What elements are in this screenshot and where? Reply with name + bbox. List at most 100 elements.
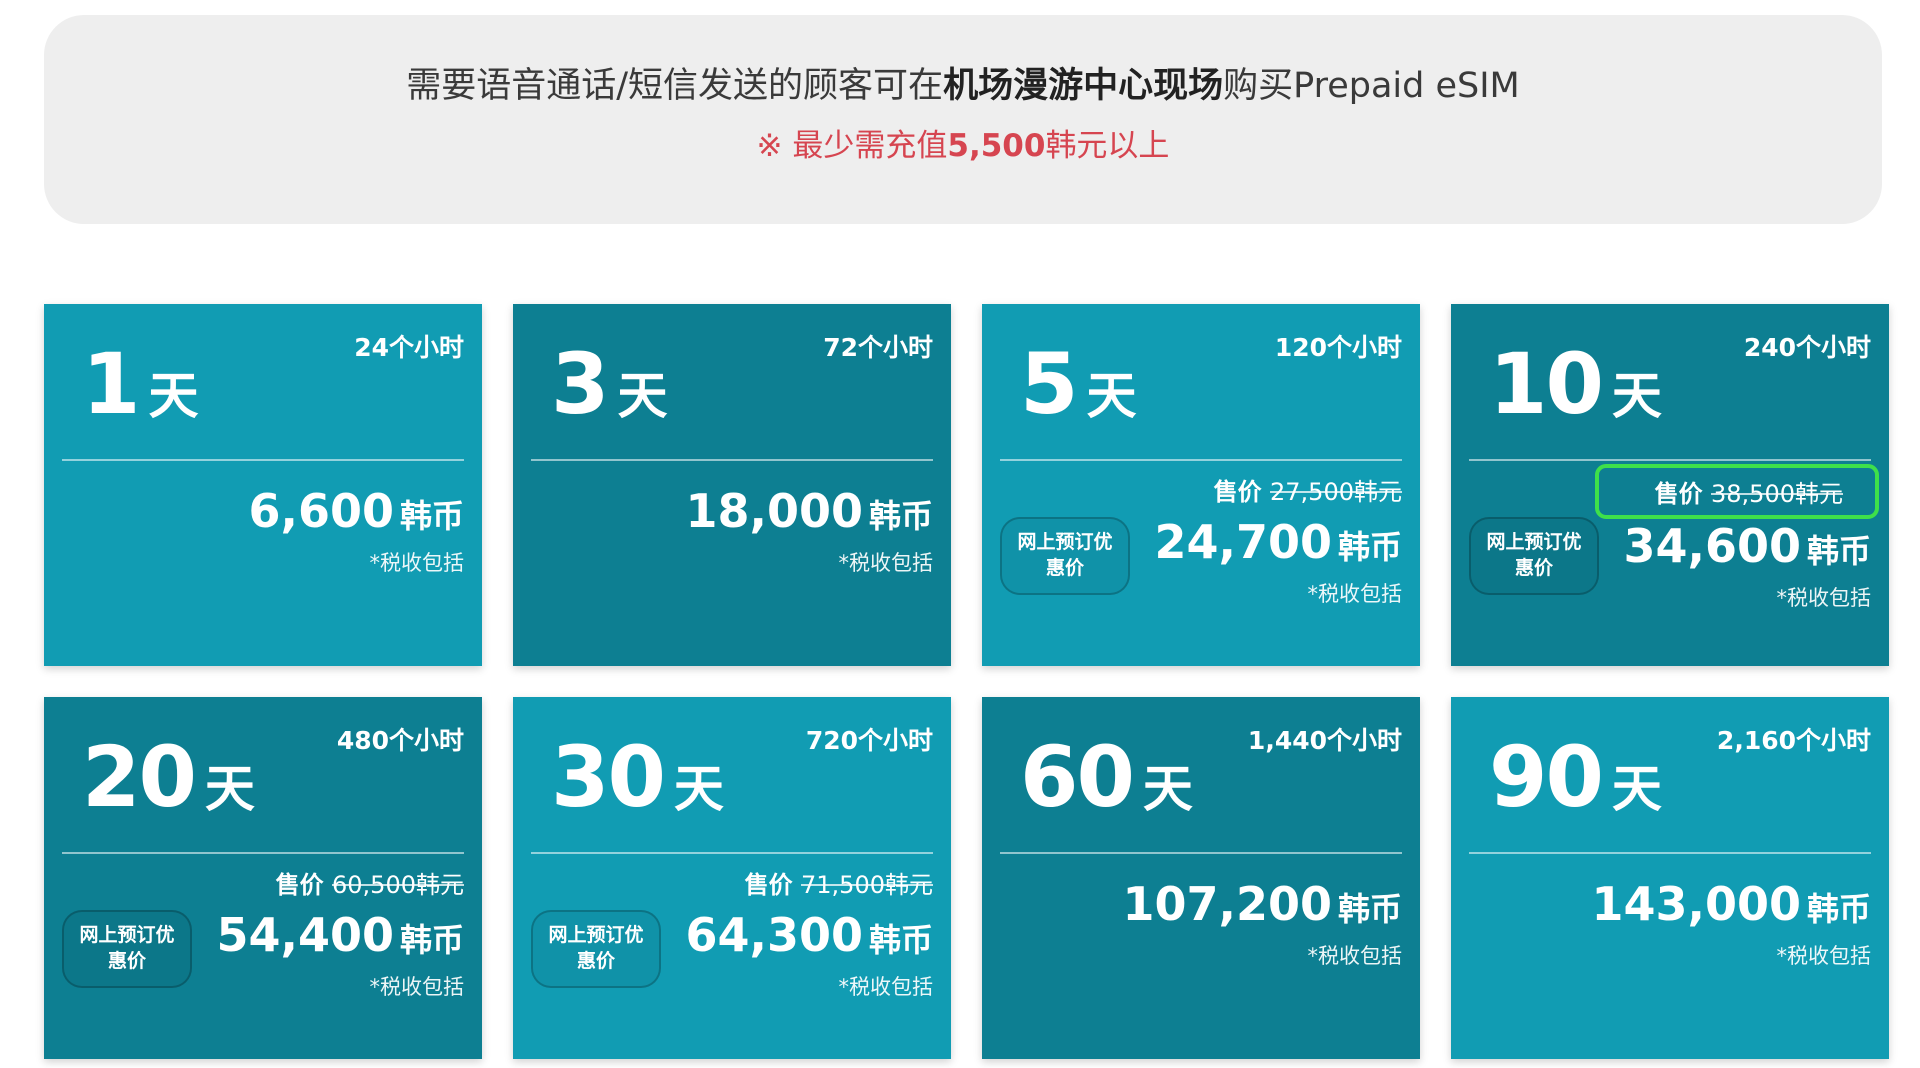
- plan-hours: 120个小时: [1274, 333, 1402, 362]
- plan-price-block: 售价 71,500韩元 64,300 韩币 *税收包括: [685, 865, 933, 1001]
- plan-price: 107,200 韩币: [1122, 879, 1402, 930]
- plan-days-number: 30: [551, 728, 666, 826]
- plan-price-currency: 韩币: [1806, 890, 1871, 928]
- badge-label-line2: 惠价: [107, 950, 146, 972]
- badge-label-line2: 惠价: [1045, 557, 1084, 579]
- plan-price-currency: 韩币: [1337, 528, 1402, 566]
- notice-min-prefix: ※ 最少需充值: [756, 128, 948, 164]
- plan-card-30-days[interactable]: 720个小时 30 天售价 71,500韩元 64,300 韩币 *税收包括 网上预订优 惠价: [513, 697, 951, 1059]
- plan-tax-note: *税收包括: [1307, 581, 1403, 606]
- plan-price-block: 售价 38,500韩元 34,600 韩币 *税收包括: [1594, 464, 1880, 612]
- plan-price-value: 143,000: [1591, 877, 1801, 931]
- plan-days-unit: 天: [1611, 367, 1662, 425]
- badge-label: 网上预订优 惠价: [548, 923, 643, 974]
- online-discount-badge: 网上预订优 惠价: [1469, 517, 1599, 595]
- badge-label-line1: 网上预订优: [1017, 531, 1113, 554]
- plan-card-3-days[interactable]: 72个小时 3 天 18,000 韩币 *税收包括: [513, 304, 951, 666]
- notice-min-amount: 5,500: [947, 128, 1046, 164]
- badge-label-line2: 惠价: [1514, 557, 1553, 579]
- plan-price-currency: 韩币: [868, 497, 933, 535]
- plan-days: 60 天: [1020, 735, 1193, 819]
- plan-price-block: 143,000 韩币 *税收包括: [1591, 867, 1871, 970]
- card-divider: [62, 459, 464, 461]
- online-discount-badge: 网上预订优 惠价: [531, 910, 661, 988]
- plan-days: 5天: [1020, 342, 1136, 426]
- plan-price-currency: 韩币: [1806, 532, 1871, 570]
- plan-tax-note: *税收包括: [838, 550, 934, 575]
- plan-tax-note: *税收包括: [369, 550, 465, 575]
- plan-days-unit: 天: [617, 367, 668, 425]
- plan-grid: 24个小时 1 天 6,600 韩币 *税收包括 72个小时 3 天 18,000 韩币 *税收包括 1…: [44, 304, 1889, 1068]
- plan-price-currency: 韩币: [1337, 890, 1402, 928]
- plan-tax-note: *税收包括: [1776, 585, 1872, 610]
- plan-price: 64,300 韩币: [685, 910, 933, 961]
- plan-card-90-days[interactable]: 2,160个小时 90 天 143,000 韩币 *税收包括: [1451, 697, 1889, 1059]
- plan-card-20-days[interactable]: 480个小时 20 天售价 60,500韩元 54,400 韩币 *税收包括 网上预订优 惠价: [44, 697, 482, 1059]
- card-divider: [1000, 459, 1402, 461]
- plan-days: 30 天: [551, 735, 724, 819]
- plan-price-currency: 韩币: [399, 921, 464, 959]
- plan-price-value: 6,600: [248, 484, 394, 538]
- notice-text: 需要语音通话/短信发送的顾客可在: [406, 66, 944, 106]
- plan-days: 1天: [82, 342, 198, 426]
- plan-price-block: 售价 27,500韩元 24,700 韩币 *税收包括: [1154, 472, 1402, 608]
- plan-days-number: 90: [1489, 728, 1604, 826]
- online-discount-badge: 网上预订优 惠价: [1000, 517, 1130, 595]
- esim-notice-banner: 需要语音通话/短信发送的顾客可在机场漫游中心现场购买Prepaid eSIM ※…: [44, 15, 1882, 224]
- online-discount-badge: 网上预订优 惠价: [62, 910, 192, 988]
- plan-card-60-days[interactable]: 1,440个小时 60 天 107,200 韩币 *税收包括: [982, 697, 1420, 1059]
- notice-airport-roaming-center: 机场漫游中心现场: [943, 66, 1224, 106]
- plan-days-number: 3: [551, 335, 609, 433]
- plan-hours: 480个小时: [336, 726, 464, 755]
- plan-price-currency: 韩币: [399, 497, 464, 535]
- badge-label-line1: 网上预订优: [548, 924, 644, 947]
- plan-tax-note: *税收包括: [369, 974, 465, 999]
- plan-days: 90 天: [1489, 735, 1662, 819]
- plan-tax-note: *税收包括: [1776, 943, 1872, 968]
- plan-price: 54,400 韩币: [216, 910, 464, 961]
- plan-price: 6,600 韩币: [248, 486, 464, 537]
- plan-days-unit: 天: [1086, 367, 1137, 425]
- plan-hours: 72个小时: [823, 333, 933, 362]
- plan-days-unit: 天: [204, 760, 255, 818]
- plan-price-value: 18,000: [685, 484, 863, 538]
- plan-card-10-days[interactable]: 240个小时 10 天售价 38,500韩元 34,600 韩币 *税收包括 网上预订优 惠价: [1451, 304, 1889, 666]
- plan-price-value: 34,600: [1623, 519, 1801, 573]
- plan-original-price: 售价 60,500韩元: [276, 865, 464, 900]
- plan-days: 10 天: [1489, 342, 1662, 426]
- plan-days-unit: 天: [148, 367, 199, 425]
- badge-label: 网上预订优 惠价: [1017, 530, 1112, 581]
- plan-days: 3天: [551, 342, 667, 426]
- plan-price: 34,600 韩币: [1603, 521, 1871, 572]
- card-divider: [1469, 852, 1871, 854]
- plan-original-price: 售价 71,500韩元: [745, 865, 933, 900]
- card-divider: [531, 852, 933, 854]
- plan-days-unit: 天: [1611, 760, 1662, 818]
- notice-text-prepaid-esim: 购买Prepaid eSIM: [1223, 66, 1520, 106]
- plan-card-5-days[interactable]: 120个小时 5 天售价 27,500韩元 24,700 韩币 *税收包括 网上预订优 惠价: [982, 304, 1420, 666]
- plan-card-1-days[interactable]: 24个小时 1 天 6,600 韩币 *税收包括: [44, 304, 482, 666]
- plan-price-value: 107,200: [1122, 877, 1332, 931]
- plan-days: 20 天: [82, 735, 255, 819]
- plan-price-block: 6,600 韩币 *税收包括: [248, 474, 464, 577]
- plan-price-value: 64,300: [685, 908, 863, 962]
- plan-price: 143,000 韩币: [1591, 879, 1871, 930]
- original-price-value: 71,500韩元: [801, 871, 933, 899]
- plan-days-unit: 天: [673, 760, 724, 818]
- plan-days-number: 20: [82, 728, 197, 826]
- plan-price-value: 24,700: [1154, 515, 1332, 569]
- plan-tax-note: *税收包括: [1307, 943, 1403, 968]
- card-divider: [531, 459, 933, 461]
- notice-line-voice-sms: 需要语音通话/短信发送的顾客可在机场漫游中心现场购买Prepaid eSIM: [44, 65, 1882, 107]
- plan-hours: 720个小时: [805, 726, 933, 755]
- plan-days-number: 1: [82, 335, 140, 433]
- plan-days-unit: 天: [1142, 760, 1193, 818]
- original-price-value: 38,500韩元: [1711, 480, 1843, 508]
- badge-label-line2: 惠价: [576, 950, 615, 972]
- plan-price-block: 107,200 韩币 *税收包括: [1122, 867, 1402, 970]
- plan-hours: 240个小时: [1743, 333, 1871, 362]
- plan-original-price: 售价 38,500韩元: [1594, 464, 1880, 519]
- plan-price-block: 18,000 韩币 *税收包括: [685, 474, 933, 577]
- badge-label: 网上预订优 惠价: [1486, 530, 1581, 581]
- plan-days-number: 5: [1020, 335, 1078, 433]
